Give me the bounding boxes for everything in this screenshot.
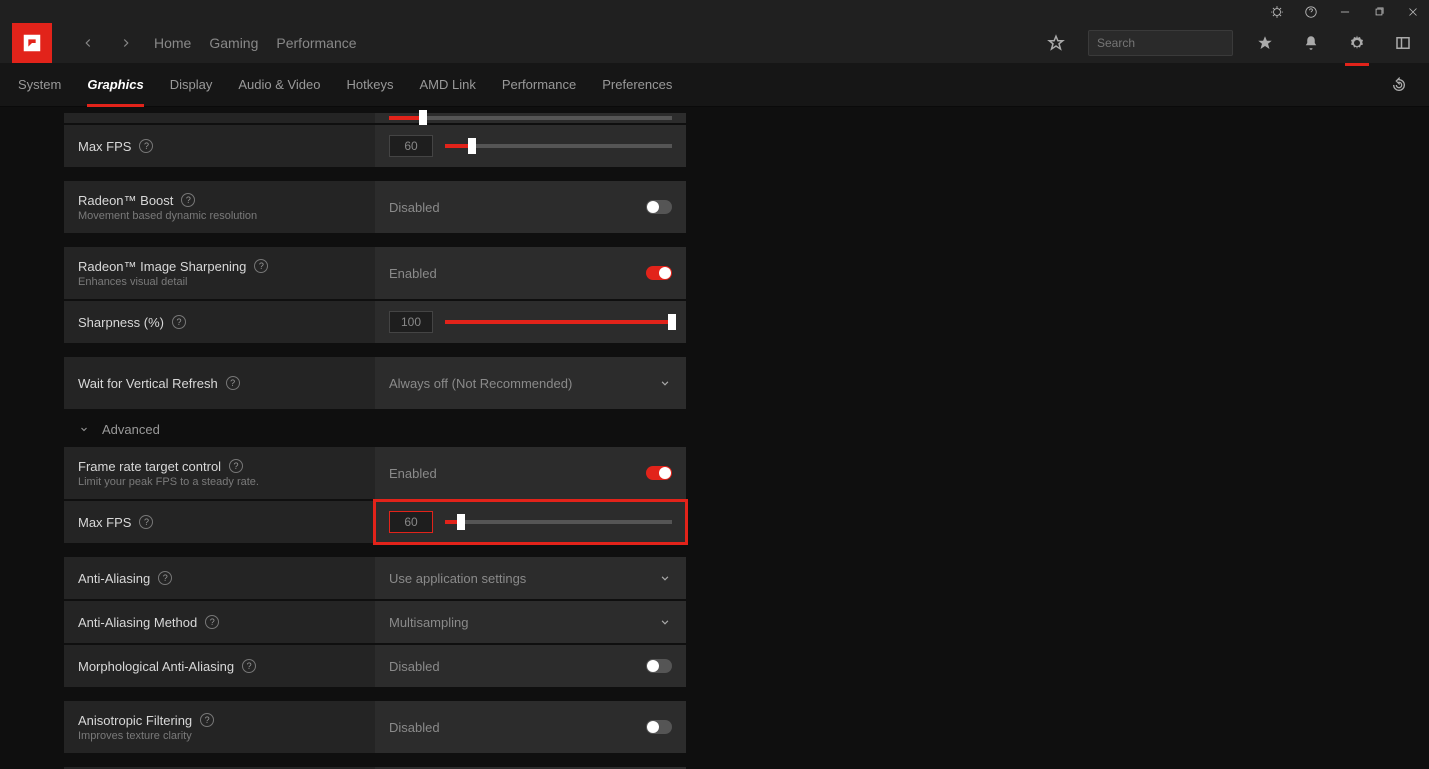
status-text: Disabled	[389, 720, 646, 735]
tab-amd-link[interactable]: AMD Link	[419, 63, 475, 107]
desc: Limit your peak FPS to a steady rate.	[78, 476, 361, 488]
boost-toggle[interactable]	[646, 200, 672, 214]
max-fps-slider[interactable]	[445, 144, 672, 148]
nav-performance[interactable]: Performance	[276, 35, 356, 51]
row-anisotropic-filtering: Anisotropic Filtering? Improves texture c…	[64, 701, 686, 753]
top-nav: Home Gaming Performance	[0, 23, 1429, 63]
tab-performance[interactable]: Performance	[502, 63, 576, 107]
back-button[interactable]	[78, 33, 98, 53]
status-text: Enabled	[389, 466, 646, 481]
row-vertical-refresh: Wait for Vertical Refresh? Always off (N…	[64, 357, 686, 409]
help-icon[interactable]: ?	[139, 139, 153, 153]
tab-display[interactable]: Display	[170, 63, 213, 107]
label: Anisotropic Filtering	[78, 713, 192, 728]
max-fps-slider[interactable]	[445, 520, 672, 524]
row-sharpness: Sharpness (%)? 100	[64, 301, 686, 343]
label: Anti-Aliasing	[78, 571, 150, 586]
label: Radeon™ Boost	[78, 193, 173, 208]
panel-icon[interactable]	[1389, 29, 1417, 57]
chevron-down-icon	[78, 423, 90, 435]
tab-audio-video[interactable]: Audio & Video	[238, 63, 320, 107]
help-icon[interactable]: ?	[254, 259, 268, 273]
vsync-dropdown[interactable]: Always off (Not Recommended)	[375, 357, 686, 409]
aa-dropdown[interactable]: Use application settings	[375, 557, 686, 599]
row-frame-rate-target: Frame rate target control? Limit your pea…	[64, 447, 686, 499]
chevron-down-icon	[658, 376, 672, 390]
help-icon[interactable]: ?	[242, 659, 256, 673]
label: Morphological Anti-Aliasing	[78, 659, 234, 674]
sharpness-value[interactable]: 100	[389, 311, 433, 333]
bell-icon[interactable]	[1297, 29, 1325, 57]
morphaa-toggle[interactable]	[646, 659, 672, 673]
row-aa-method: Anti-Aliasing Method? Multisampling	[64, 601, 686, 643]
tab-graphics[interactable]: Graphics	[87, 63, 143, 107]
label: Anti-Aliasing Method	[78, 615, 197, 630]
desc: Movement based dynamic resolution	[78, 210, 361, 222]
chevron-down-icon	[658, 571, 672, 585]
help-icon[interactable]: ?	[181, 193, 195, 207]
slider[interactable]	[389, 116, 672, 120]
status-text: Disabled	[389, 659, 646, 674]
forward-button[interactable]	[116, 33, 136, 53]
tab-system[interactable]: System	[18, 63, 61, 107]
label: Max FPS	[78, 515, 131, 530]
close-button[interactable]	[1403, 2, 1423, 22]
tab-hotkeys[interactable]: Hotkeys	[347, 63, 394, 107]
status-text: Enabled	[389, 266, 646, 281]
aa-method-dropdown[interactable]: Multisampling	[375, 601, 686, 643]
search-input[interactable]	[1088, 30, 1233, 56]
label: Sharpness (%)	[78, 315, 164, 330]
help-icon[interactable]: ?	[229, 459, 243, 473]
advanced-section-toggle[interactable]: Advanced	[64, 411, 686, 447]
help-icon[interactable]: ?	[200, 713, 214, 727]
row-morphological-aa: Morphological Anti-Aliasing? Disabled	[64, 645, 686, 687]
help-icon[interactable]: ?	[158, 571, 172, 585]
sharpening-toggle[interactable]	[646, 266, 672, 280]
gear-icon[interactable]	[1343, 29, 1371, 57]
max-fps-value[interactable]: 60	[389, 511, 433, 533]
help-icon[interactable]: ?	[172, 315, 186, 329]
help-icon[interactable]: ?	[139, 515, 153, 529]
frtc-toggle[interactable]	[646, 466, 672, 480]
window-titlebar	[0, 0, 1429, 23]
label: Wait for Vertical Refresh	[78, 376, 218, 391]
star-icon[interactable]	[1251, 29, 1279, 57]
help-icon[interactable]: ?	[205, 615, 219, 629]
label: Radeon™ Image Sharpening	[78, 259, 246, 274]
chevron-down-icon	[658, 615, 672, 629]
nav-home[interactable]: Home	[154, 35, 191, 51]
row-anti-aliasing: Anti-Aliasing? Use application settings	[64, 557, 686, 599]
restore-button[interactable]	[1369, 2, 1389, 22]
reset-button[interactable]	[1387, 73, 1411, 97]
row-image-sharpening: Radeon™ Image Sharpening? Enhances visual…	[64, 247, 686, 299]
row-max-fps: Max FPS? 60	[64, 125, 686, 167]
desc: Improves texture clarity	[78, 730, 361, 742]
settings-content: Max FPS? 60 Radeon™ Boost? Movement based…	[0, 107, 1429, 769]
bug-icon[interactable]	[1267, 2, 1287, 22]
aniso-toggle[interactable]	[646, 720, 672, 734]
search-field[interactable]	[1097, 36, 1252, 50]
minimize-button[interactable]	[1335, 2, 1355, 22]
sharpness-slider[interactable]	[445, 320, 672, 324]
status-text: Disabled	[389, 200, 646, 215]
row-max-fps-advanced: Max FPS? 60	[64, 501, 686, 543]
nav-gaming[interactable]: Gaming	[209, 35, 258, 51]
settings-tabs: System Graphics Display Audio & Video Ho…	[0, 63, 1429, 107]
max-fps-value[interactable]: 60	[389, 135, 433, 157]
amd-logo[interactable]	[12, 23, 52, 63]
help-icon[interactable]	[1301, 2, 1321, 22]
tab-preferences[interactable]: Preferences	[602, 63, 672, 107]
desc: Enhances visual detail	[78, 276, 361, 288]
label: Frame rate target control	[78, 459, 221, 474]
partial-row-top	[64, 113, 686, 123]
row-radeon-boost: Radeon™ Boost? Movement based dynamic res…	[64, 181, 686, 233]
help-icon[interactable]: ?	[226, 376, 240, 390]
favorite-icon[interactable]	[1042, 29, 1070, 57]
label: Max FPS	[78, 139, 131, 154]
